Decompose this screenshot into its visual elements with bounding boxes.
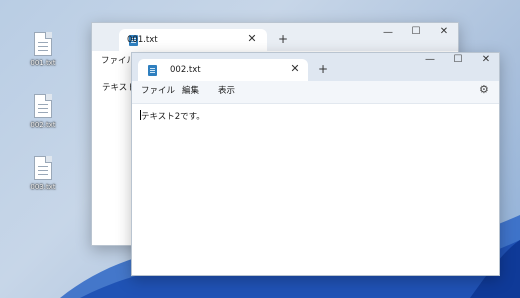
menu-file[interactable]: ファイル <box>141 84 175 96</box>
desktop-file-001[interactable]: 001.txt <box>23 32 63 67</box>
tab-close-icon[interactable]: ✕ <box>245 32 259 45</box>
desktop-file-label: 003.txt <box>30 183 56 191</box>
new-tab-button[interactable]: + <box>278 32 288 46</box>
notepad-icon <box>148 65 157 76</box>
desktop-file-label: 001.txt <box>30 59 56 67</box>
desktop-file-002[interactable]: 002.txt <box>23 94 63 129</box>
notepad-window-front[interactable]: 002.txt ✕ + — ☐ ✕ ファイル 編集 表示 ⚙ テキスト2です。 <box>131 52 500 276</box>
minimize-button[interactable]: — <box>380 27 396 38</box>
editor-text: テキスト2です。 <box>141 112 205 122</box>
menu-divider <box>132 103 499 104</box>
title-bar[interactable]: 002.txt ✕ + — ☐ ✕ <box>132 53 499 83</box>
close-button[interactable]: ✕ <box>436 26 452 37</box>
menu-file[interactable]: ファイル <box>101 54 135 66</box>
tab-title: 002.txt <box>170 65 201 75</box>
maximize-button[interactable]: ☐ <box>408 26 424 37</box>
title-bar[interactable]: 001.txt ✕ + — ☐ ✕ <box>92 23 458 53</box>
minimize-button[interactable]: — <box>422 54 438 65</box>
tab-002[interactable]: 002.txt ✕ <box>138 59 308 83</box>
text-file-icon <box>34 156 52 180</box>
menu-view[interactable]: 表示 <box>218 84 235 96</box>
close-button[interactable]: ✕ <box>478 54 494 65</box>
tab-title: 001.txt <box>127 35 158 45</box>
menu-bar: ファイル 編集 表示 ⚙ <box>132 81 499 103</box>
maximize-button[interactable]: ☐ <box>450 54 466 65</box>
tab-001[interactable]: 001.txt ✕ <box>119 29 267 53</box>
text-file-icon <box>34 32 52 56</box>
tab-close-icon[interactable]: ✕ <box>288 62 302 75</box>
new-tab-button[interactable]: + <box>318 62 328 76</box>
settings-gear-icon[interactable]: ⚙ <box>479 83 489 96</box>
menu-edit[interactable]: 編集 <box>182 84 199 96</box>
desktop-file-label: 002.txt <box>30 121 56 129</box>
desktop-file-003[interactable]: 003.txt <box>23 156 63 191</box>
text-editor[interactable]: テキスト2です。 <box>140 110 205 122</box>
text-file-icon <box>34 94 52 118</box>
